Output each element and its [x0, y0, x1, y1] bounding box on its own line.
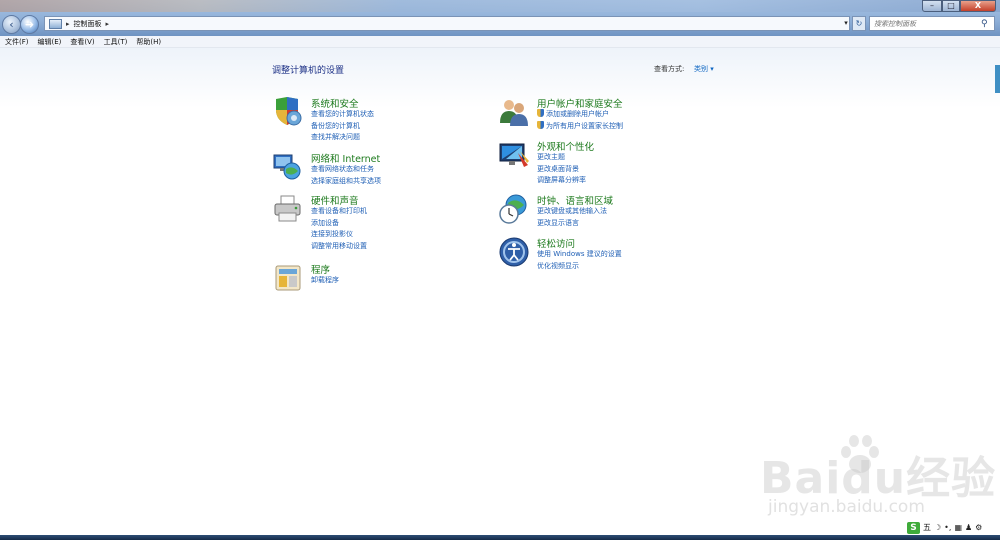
view-by-dropdown[interactable]: 类别 ▾ [694, 64, 714, 74]
ease-of-access-icon[interactable] [498, 236, 530, 268]
taskbar [0, 535, 1000, 540]
link-screen-resolution[interactable]: 调整屏幕分辨率 [537, 175, 586, 187]
link-recommended-settings[interactable]: 使用 Windows 建议的设置 [537, 249, 622, 261]
link-uninstall-program[interactable]: 卸载程序 [311, 275, 339, 287]
page-title: 调整计算机的设置 [272, 66, 345, 76]
settings-icon[interactable]: ⚙ [975, 523, 982, 532]
link-view-network-status[interactable]: 查看网络状态和任务 [311, 164, 381, 176]
scrollbar-thumb[interactable] [995, 65, 1000, 93]
link-parental-controls[interactable]: 为所有用户设置家长控制 [537, 120, 623, 133]
category-title[interactable]: 程序 [311, 262, 330, 276]
link-optimize-display[interactable]: 优化视频显示 [537, 261, 622, 273]
menu-file[interactable]: 文件(F) [5, 37, 29, 47]
printer-icon[interactable] [272, 193, 304, 225]
control-panel-icon [49, 18, 62, 29]
category-title[interactable]: 系统和安全 [311, 96, 359, 110]
link-mobility-settings[interactable]: 调整常用移动设置 [311, 241, 367, 253]
link-add-remove-accounts[interactable]: 添加或删除用户帐户 [537, 109, 623, 121]
search-box[interactable]: ⚲ [869, 16, 995, 31]
punctuation-icon[interactable]: •, [944, 523, 951, 532]
back-button[interactable]: ‹ [2, 15, 21, 34]
menu-tools[interactable]: 工具(T) [104, 37, 128, 47]
breadcrumb-separator-icon[interactable]: ▸ [106, 20, 110, 28]
menu-bar: 文件(F) 编辑(E) 查看(V) 工具(T) 帮助(H) [0, 36, 1000, 48]
network-globe-icon[interactable] [272, 151, 304, 183]
category-title[interactable]: 网络和 Internet [311, 151, 380, 165]
category-title[interactable]: 用户帐户和家庭安全 [537, 96, 623, 110]
moon-icon[interactable]: ☽ [934, 523, 941, 532]
category-title[interactable]: 硬件和声音 [311, 193, 359, 207]
address-bar[interactable]: ▸ 控制面板 ▸ [44, 16, 850, 31]
programs-icon[interactable] [272, 262, 304, 294]
link-devices-printers[interactable]: 查看设备和打印机 [311, 206, 367, 218]
forward-button[interactable]: ➜ [20, 15, 39, 34]
shield-computer-icon[interactable] [272, 96, 304, 128]
search-input[interactable] [874, 19, 979, 28]
link-change-theme[interactable]: 更改主题 [537, 152, 586, 164]
menu-view[interactable]: 查看(V) [70, 37, 94, 47]
system-tray: S 五 ☽ •, ▦ ♟ ⚙ [907, 521, 982, 534]
users-icon[interactable] [498, 96, 530, 128]
ime-icon[interactable]: S [907, 521, 920, 534]
link-change-input-method[interactable]: 更改键盘或其他输入法 [537, 206, 607, 218]
watermark-url: jingyan.baidu.com [768, 497, 925, 517]
window-controls: – □ X [922, 0, 996, 12]
breadcrumb-control-panel[interactable]: 控制面板 [74, 19, 102, 29]
uac-shield-icon [537, 109, 544, 117]
breadcrumb-separator-icon[interactable]: ▸ [66, 20, 70, 28]
view-by-label: 查看方式: [654, 65, 685, 73]
link-change-display-language[interactable]: 更改显示语言 [537, 218, 607, 230]
user-icon[interactable]: ♟ [965, 523, 972, 532]
link-backup-computer[interactable]: 备份您的计算机 [311, 121, 374, 133]
category-title[interactable]: 轻松访问 [537, 236, 575, 250]
titlebar-background [0, 0, 1000, 12]
monitor-icon[interactable] [498, 139, 530, 171]
link-homegroup-sharing[interactable]: 选择家庭组和共享选项 [311, 176, 381, 188]
category-title[interactable]: 外观和个性化 [537, 139, 594, 153]
refresh-button[interactable]: ↻ [852, 16, 866, 31]
window-titlebar: ‹ ➜ ▸ 控制面板 ▸ ▾ ↻ ⚲ – □ X [0, 0, 1000, 36]
clock-globe-icon[interactable] [498, 193, 530, 225]
link-troubleshoot[interactable]: 查找并解决问题 [311, 132, 374, 144]
uac-shield-icon [537, 120, 544, 129]
link-add-device[interactable]: 添加设备 [311, 218, 367, 230]
link-connect-projector[interactable]: 连接到投影仪 [311, 229, 367, 241]
minimize-button[interactable]: – [922, 0, 942, 12]
keyboard-icon[interactable]: ▦ [954, 523, 962, 532]
link-view-computer-status[interactable]: 查看您的计算机状态 [311, 109, 374, 121]
menu-edit[interactable]: 编辑(E) [38, 37, 62, 47]
category-title[interactable]: 时钟、语言和区域 [537, 193, 613, 207]
menu-help[interactable]: 帮助(H) [136, 37, 161, 47]
maximize-button[interactable]: □ [942, 0, 960, 12]
close-button[interactable]: X [960, 0, 996, 12]
link-text[interactable]: 添加或删除用户帐户 [546, 110, 609, 118]
link-change-background[interactable]: 更改桌面背景 [537, 164, 586, 176]
ime-mode-indicator[interactable]: 五 [923, 522, 931, 533]
search-icon[interactable]: ⚲ [981, 19, 988, 29]
link-text[interactable]: 为所有用户设置家长控制 [546, 122, 623, 130]
address-dropdown-icon[interactable]: ▾ [841, 16, 851, 31]
